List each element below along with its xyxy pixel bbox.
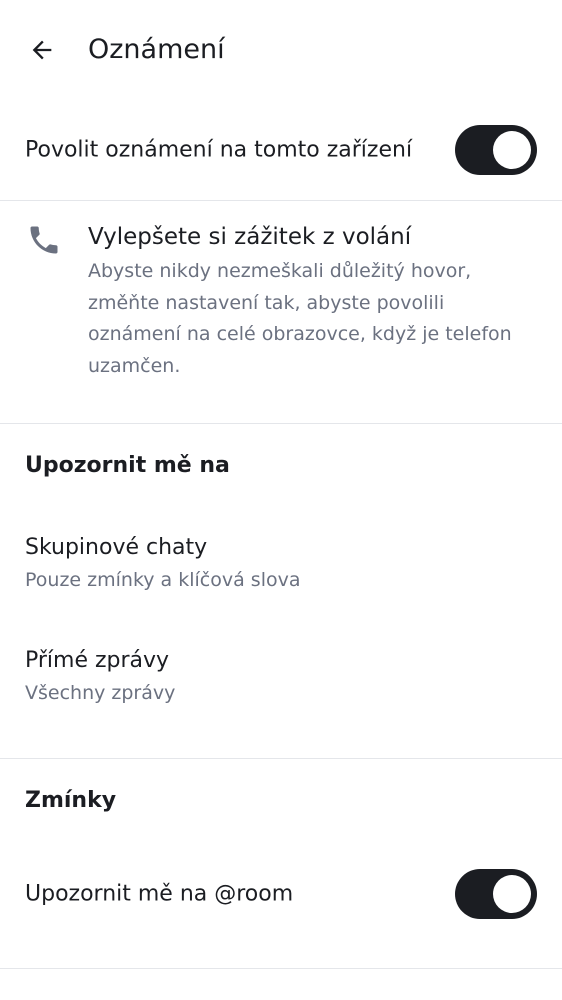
notify-section-header: Upozornit mě na — [25, 453, 230, 478]
top-app-bar: Oznámení — [0, 0, 562, 100]
callout-title: Vylepšete si zážitek z volání — [88, 224, 412, 250]
enable-notifications-row[interactable]: Povolit oznámení na tomto zařízení — [0, 115, 562, 185]
direct-messages-subtitle: Všechny zprávy — [25, 682, 176, 704]
direct-messages-row[interactable]: Přímé zprávy Všechny zprávy — [0, 645, 562, 721]
page-title: Oznámení — [88, 34, 225, 65]
group-chats-subtitle: Pouze zmínky a klíčová slova — [25, 569, 301, 591]
divider — [0, 200, 562, 201]
room-mention-label: Upozornit mě na @room — [25, 881, 294, 907]
direct-messages-title: Přímé zprávy — [25, 648, 170, 673]
room-mention-row[interactable]: Upozornit mě na @room — [0, 859, 562, 929]
switch-knob — [493, 875, 531, 913]
call-improvement-callout[interactable]: Vylepšete si zážitek z volání Abyste nik… — [0, 220, 562, 390]
divider — [0, 968, 562, 969]
mentions-section-header: Zmínky — [25, 788, 117, 813]
arrow-left-icon — [32, 40, 52, 60]
back-button[interactable] — [18, 26, 66, 74]
group-chats-title: Skupinové chaty — [25, 535, 208, 560]
group-chats-row[interactable]: Skupinové chaty Pouze zmínky a klíčová s… — [0, 532, 562, 608]
switch-knob — [493, 131, 531, 169]
room-mention-switch[interactable] — [455, 869, 537, 919]
enable-notifications-switch[interactable] — [455, 125, 537, 175]
callout-body: Abyste nikdy nezmeškali důležitý hovor, … — [88, 260, 512, 377]
divider — [0, 423, 562, 424]
phone-icon — [30, 226, 58, 254]
enable-notifications-label: Povolit oznámení na tomto zařízení — [25, 137, 413, 163]
divider — [0, 758, 562, 759]
